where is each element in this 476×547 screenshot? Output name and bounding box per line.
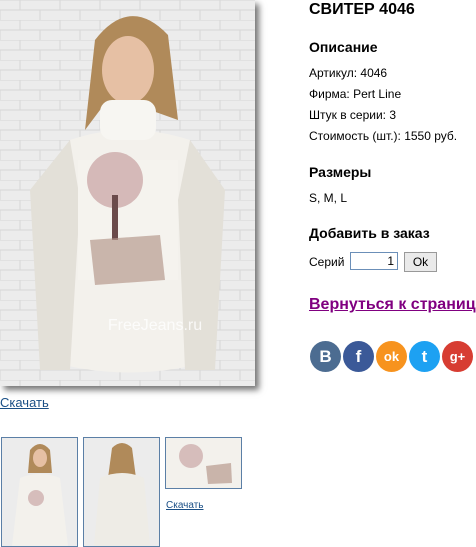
thumbnail-print[interactable] — [165, 437, 242, 489]
download-link[interactable]: Скачать — [0, 395, 49, 410]
twitter-glyph: t — [421, 346, 428, 366]
main-product-photo[interactable]: FreeJeans.ru — [0, 0, 255, 386]
thumbnail-front[interactable] — [1, 437, 78, 547]
series-count-line: Штук в серии: 3 — [309, 108, 397, 122]
series-label: Серий — [309, 255, 345, 269]
photo-watermark: FreeJeans.ru — [108, 317, 202, 334]
sizes-heading: Размеры — [309, 164, 372, 180]
thumbnail-back[interactable] — [83, 437, 160, 547]
price-line: Стоимость (шт.): 1550 руб. — [309, 129, 458, 143]
odnoklassniki-glyph: ok — [383, 349, 400, 364]
googleplus-icon[interactable]: g+ — [442, 341, 473, 372]
back-to-page-link[interactable]: Вернуться к страниц — [309, 296, 476, 314]
twitter-icon[interactable]: t — [409, 341, 440, 372]
description-heading: Описание — [309, 39, 378, 55]
brand-line: Фирма: Pert Line — [309, 87, 402, 101]
facebook-icon[interactable]: f — [343, 341, 374, 372]
sizes-values: S, M, L — [309, 191, 348, 205]
facebook-glyph: f — [355, 346, 362, 366]
ok-button[interactable]: Ok — [404, 252, 437, 272]
vk-glyph: B — [319, 346, 332, 366]
order-heading: Добавить в заказ — [309, 225, 430, 241]
odnoklassniki-icon[interactable]: ok — [376, 341, 407, 372]
vk-icon[interactable]: B — [310, 341, 341, 372]
article-line: Артикул: 4046 — [309, 66, 388, 80]
product-title: СВИТЕР 4046 — [309, 1, 415, 18]
googleplus-glyph: g+ — [449, 349, 466, 364]
quantity-input[interactable] — [350, 252, 398, 270]
thumbnail-download-link[interactable]: Скачать — [166, 500, 204, 511]
